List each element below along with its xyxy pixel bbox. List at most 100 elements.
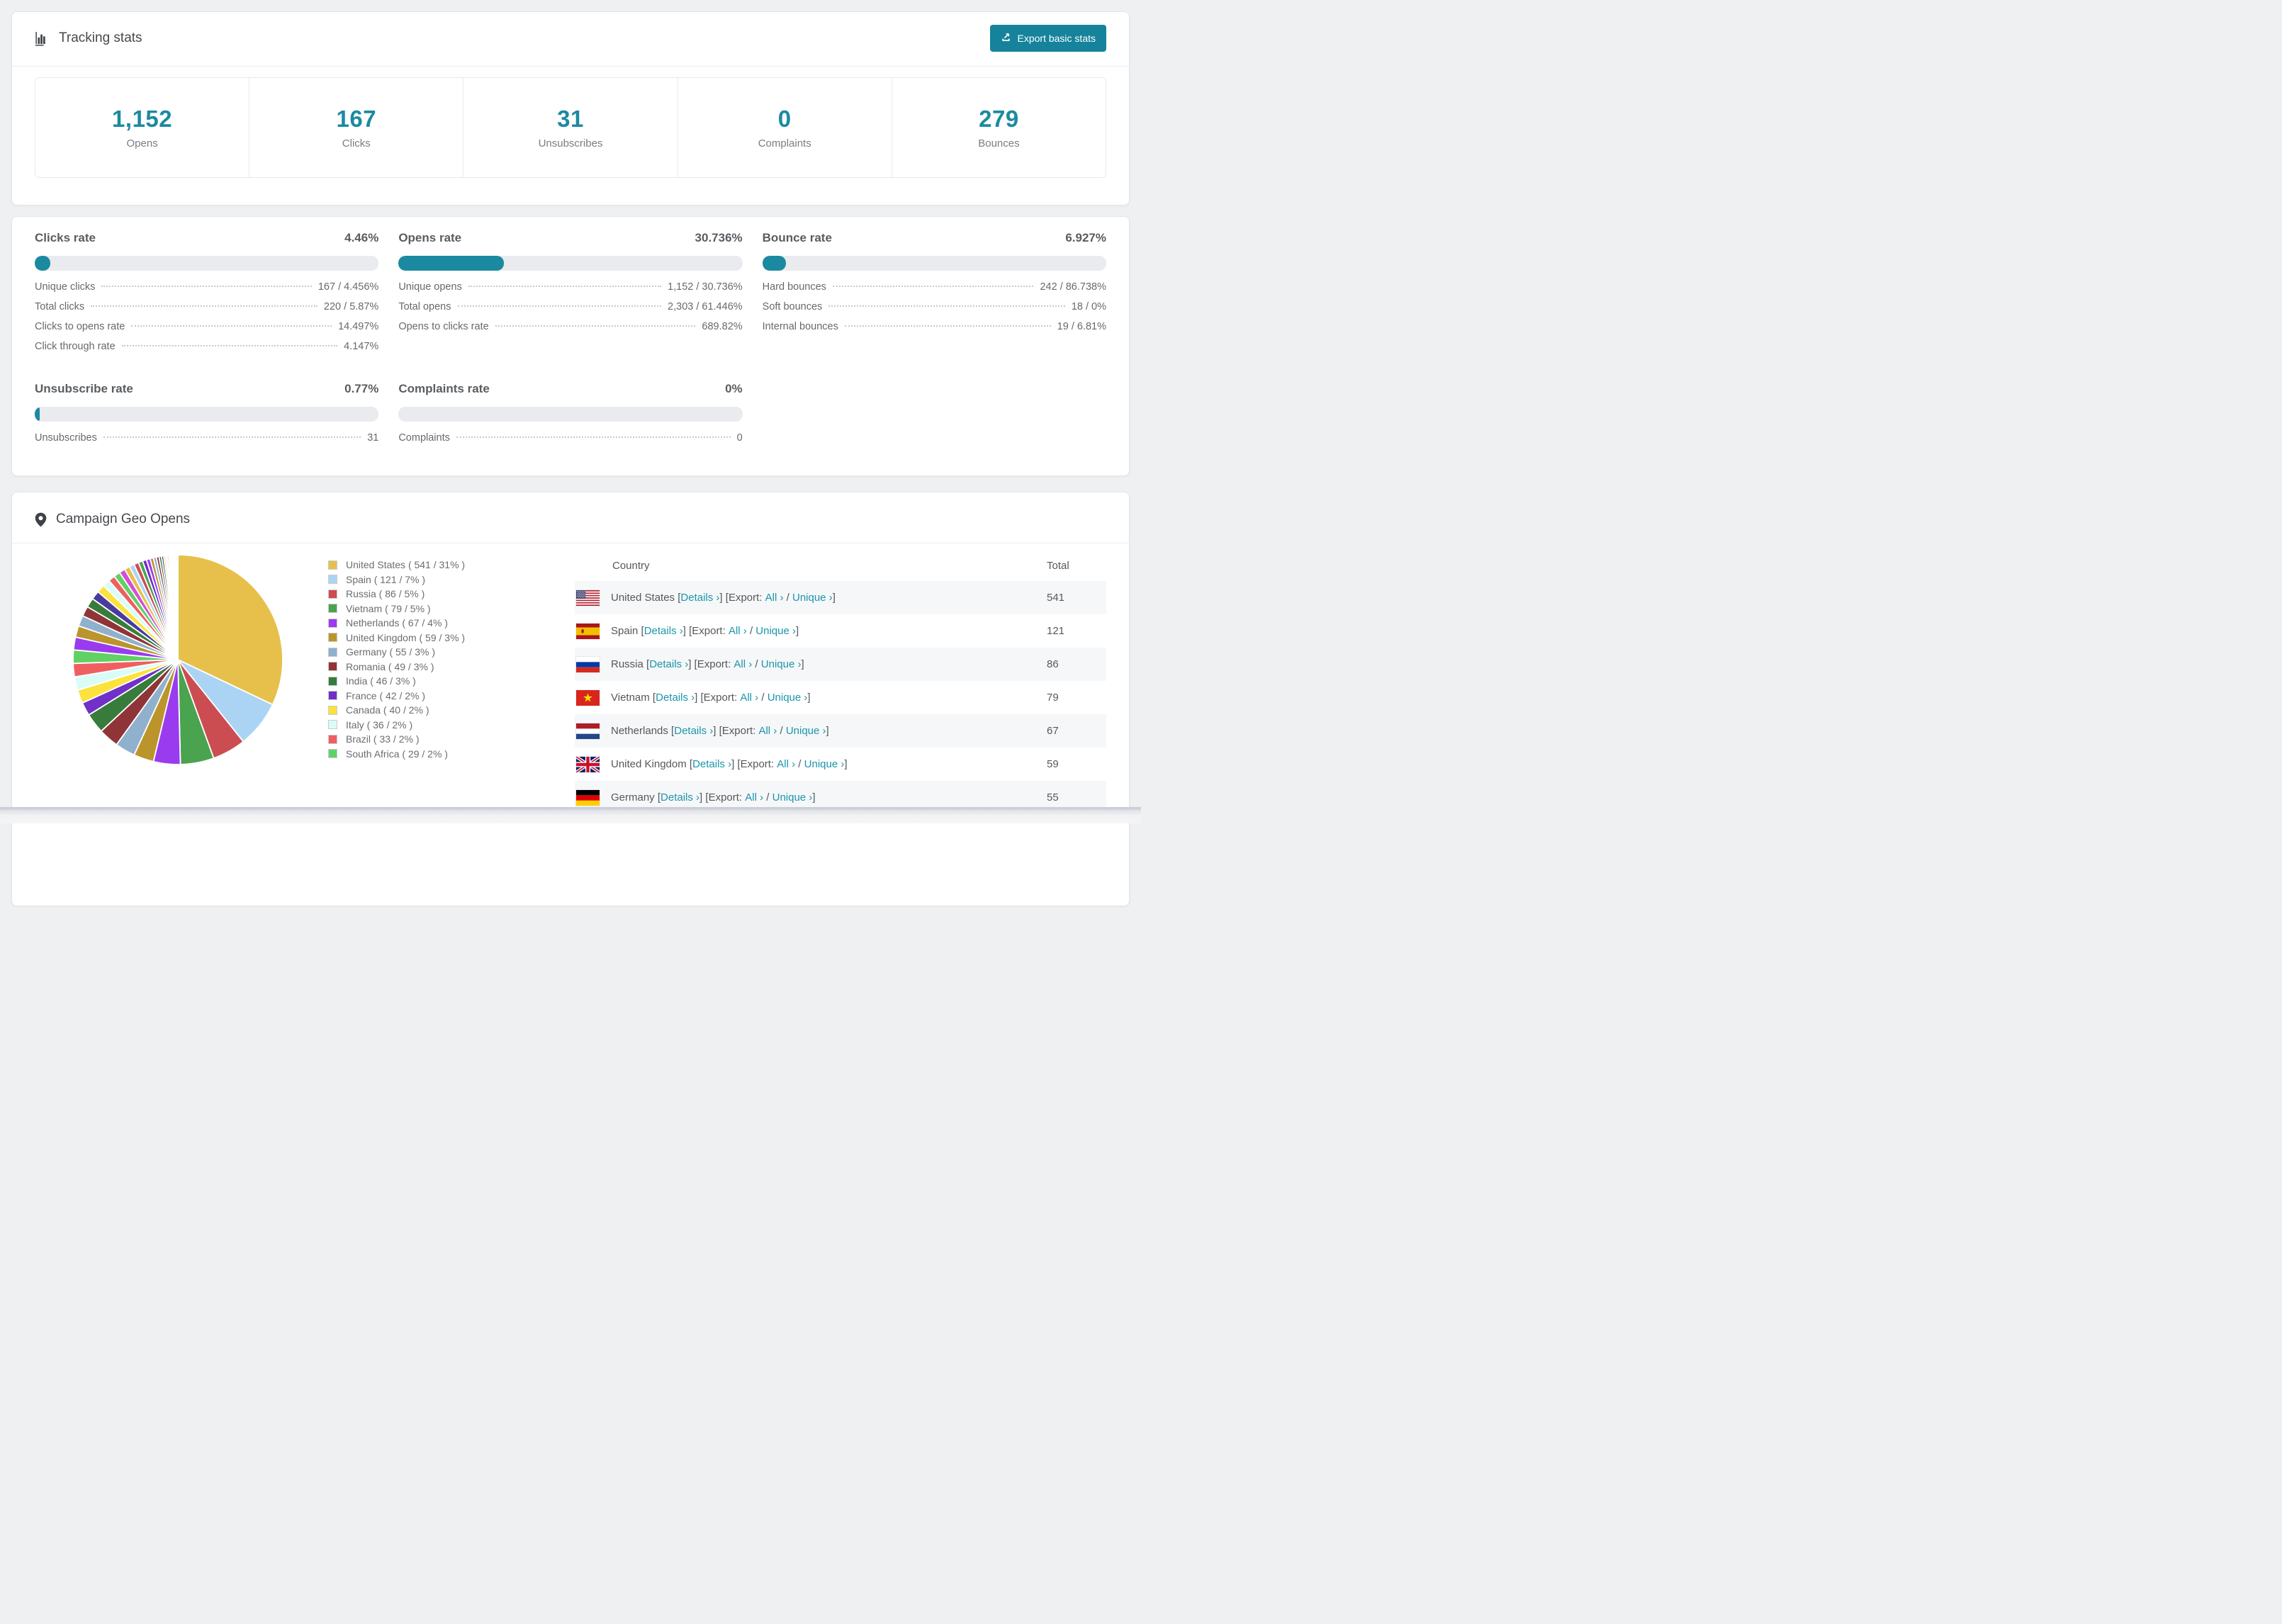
export-all-link-germany[interactable]: All › (745, 791, 763, 803)
details-link-russia[interactable]: Details › (649, 658, 688, 670)
summary-stat-unsubscribes: 31 Unsubscribes (463, 78, 677, 177)
details-link-vietnam[interactable]: Details › (656, 692, 695, 704)
legend-label: Russia ( 86 / 5% ) (346, 588, 425, 600)
rate-progress-bar (35, 256, 379, 271)
details-link-spain[interactable]: Details › (644, 625, 683, 637)
export-unique-link-united-states[interactable]: Unique › (792, 592, 833, 604)
export-all-link-spain[interactable]: All › (729, 625, 747, 637)
export-unique-link-united-kingdom[interactable]: Unique › (804, 758, 845, 770)
rate-detail-value: 220 / 5.87% (323, 301, 379, 312)
legend-swatch (328, 734, 337, 744)
rates-grid: Clicks rate 4.46% Unique clicks 167 / 4.456… (12, 217, 1129, 469)
details-link-united-states[interactable]: Details › (680, 592, 719, 604)
bracket-text: ] [ (695, 692, 704, 704)
export-all-link-vietnam[interactable]: All › (740, 692, 758, 704)
dotted-leader (457, 305, 662, 307)
total-value-netherlands: 67 (1047, 725, 1059, 737)
bracket-text: ] [ (713, 725, 722, 737)
legend-item-italy: Italy ( 36 / 2% ) (328, 718, 575, 733)
legend-label: United Kingdom ( 59 / 3% ) (346, 631, 466, 643)
rate-detail-label: Internal bounces (762, 321, 838, 332)
rate-detail-label: Complaints (398, 432, 450, 444)
export-unique-link-vietnam[interactable]: Unique › (768, 692, 808, 704)
bracket-text: ] (844, 758, 848, 770)
total-value-united-states: 541 (1047, 592, 1065, 604)
tracking-stats-title-text: Tracking stats (59, 30, 142, 45)
stat-label: Complaints (758, 137, 811, 150)
tracking-stats-card: Tracking stats Export basic stats 1,152 O… (11, 11, 1130, 205)
bracket-text: ] [ (719, 592, 729, 604)
stat-value: 1,152 (112, 106, 173, 132)
bracket-text: [ (654, 791, 661, 803)
export-unique-link-russia[interactable]: Unique › (761, 658, 802, 670)
legend-label: Vietnam ( 79 / 5% ) (346, 602, 431, 614)
legend-item-france: France ( 42 / 2% ) (328, 689, 575, 704)
export-all-link-netherlands[interactable]: All › (758, 725, 777, 737)
rate-progress-bar (35, 407, 379, 422)
rate-detail-label: Unique opens (398, 281, 462, 293)
bracket-text: [ (649, 692, 656, 704)
details-link-united-kingdom[interactable]: Details › (692, 758, 731, 770)
bracket-text: ] [ (688, 658, 697, 670)
rate-detail-label: Soft bounces (762, 301, 823, 312)
country-name: United Kingdom (611, 758, 687, 770)
details-link-netherlands[interactable]: Details › (674, 725, 713, 737)
rate-card-bounce-rate: Bounce rate 6.927% Hard bounces 242 / 86.73… (762, 231, 1106, 361)
rate-title: Unsubscribe rate (35, 382, 133, 395)
geo-table-row-vietnam: Vietnam [Details ›] [Export: All › / Uni… (575, 681, 1106, 714)
legend-item-brazil: Brazil ( 33 / 2% ) (328, 732, 575, 747)
rate-detail-row-unique-clicks: Unique clicks 167 / 4.456% (35, 281, 378, 301)
legend-label: Canada ( 40 / 2% ) (346, 704, 429, 716)
legend-swatch (328, 662, 337, 672)
rate-card-complaints-rate: Complaints rate 0% Complaints 0 (398, 382, 743, 452)
rate-detail-value: 689.82% (702, 321, 743, 332)
slash-text: / (758, 692, 768, 704)
export-label: Export: (703, 692, 741, 704)
details-link-germany[interactable]: Details › (661, 791, 699, 803)
rate-detail-row-opens-to-clicks-rate: Opens to clicks rate 689.82% (398, 321, 742, 341)
country-name: Russia (611, 658, 643, 670)
export-basic-stats-button[interactable]: Export basic stats (989, 25, 1106, 52)
legend-swatch (328, 676, 337, 686)
export-unique-link-germany[interactable]: Unique › (772, 791, 813, 803)
stat-value: 167 (336, 106, 377, 132)
legend-label: Germany ( 55 / 3% ) (346, 646, 436, 658)
export-label: Export: (740, 758, 777, 770)
rate-detail-value: 242 / 86.738% (1040, 281, 1106, 293)
rate-header: Complaints rate 0% (398, 382, 742, 396)
stat-value: 0 (777, 106, 792, 132)
dotted-leader (456, 436, 731, 438)
country-name: Spain (611, 625, 639, 637)
dotted-leader (131, 325, 332, 327)
country-cell-content: United States [Details ›] [Export: All ›… (575, 590, 1035, 606)
legend-item-south-africa: South Africa ( 29 / 2% ) (328, 747, 575, 762)
bracket-text: ] (807, 692, 811, 704)
country-cell-russia: Russia [Details ›] [Export: All › / Uniq… (575, 648, 1035, 681)
viewport-bottom-edge (0, 807, 1141, 823)
rate-progress-bar (398, 407, 743, 422)
dotted-leader (468, 286, 662, 287)
spain-flag-icon (576, 623, 600, 639)
rate-detail-row-unique-opens: Unique opens 1,152 / 30.736% (398, 281, 742, 301)
export-label: Export: (692, 625, 729, 637)
rate-detail-row-soft-bounces: Soft bounces 18 / 0% (763, 301, 1106, 321)
export-unique-link-netherlands[interactable]: Unique › (786, 725, 826, 737)
export-unique-link-spain[interactable]: Unique › (755, 625, 796, 637)
export-label: Export: (721, 725, 759, 737)
dashboard-page: Tracking stats Export basic stats 1,152 O… (0, 11, 1141, 906)
rates-card: Clicks rate 4.46% Unique clicks 167 / 4.456… (11, 216, 1130, 476)
rate-percent-value: 0% (725, 382, 743, 395)
total-value-vietnam: 79 (1047, 692, 1059, 704)
bracket-text: [ (643, 658, 650, 670)
bracket-text: ] [ (699, 791, 709, 803)
export-all-link-united-kingdom[interactable]: All › (777, 758, 795, 770)
rate-detail-rows: Hard bounces 242 / 86.738% Soft bounces 18 … (763, 281, 1106, 341)
rate-detail-row-total-clicks: Total clicks 220 / 5.87% (35, 301, 378, 321)
export-all-link-united-states[interactable]: All › (765, 592, 784, 604)
rate-detail-rows: Unique opens 1,152 / 30.736% Total opens 2,… (398, 281, 742, 341)
export-all-link-russia[interactable]: All › (734, 658, 752, 670)
export-icon (1001, 32, 1011, 45)
rate-header: Unsubscribe rate 0.77% (35, 382, 378, 396)
legend-item-germany: Germany ( 55 / 3% ) (328, 645, 575, 660)
rate-detail-label: Unsubscribes (35, 432, 97, 444)
